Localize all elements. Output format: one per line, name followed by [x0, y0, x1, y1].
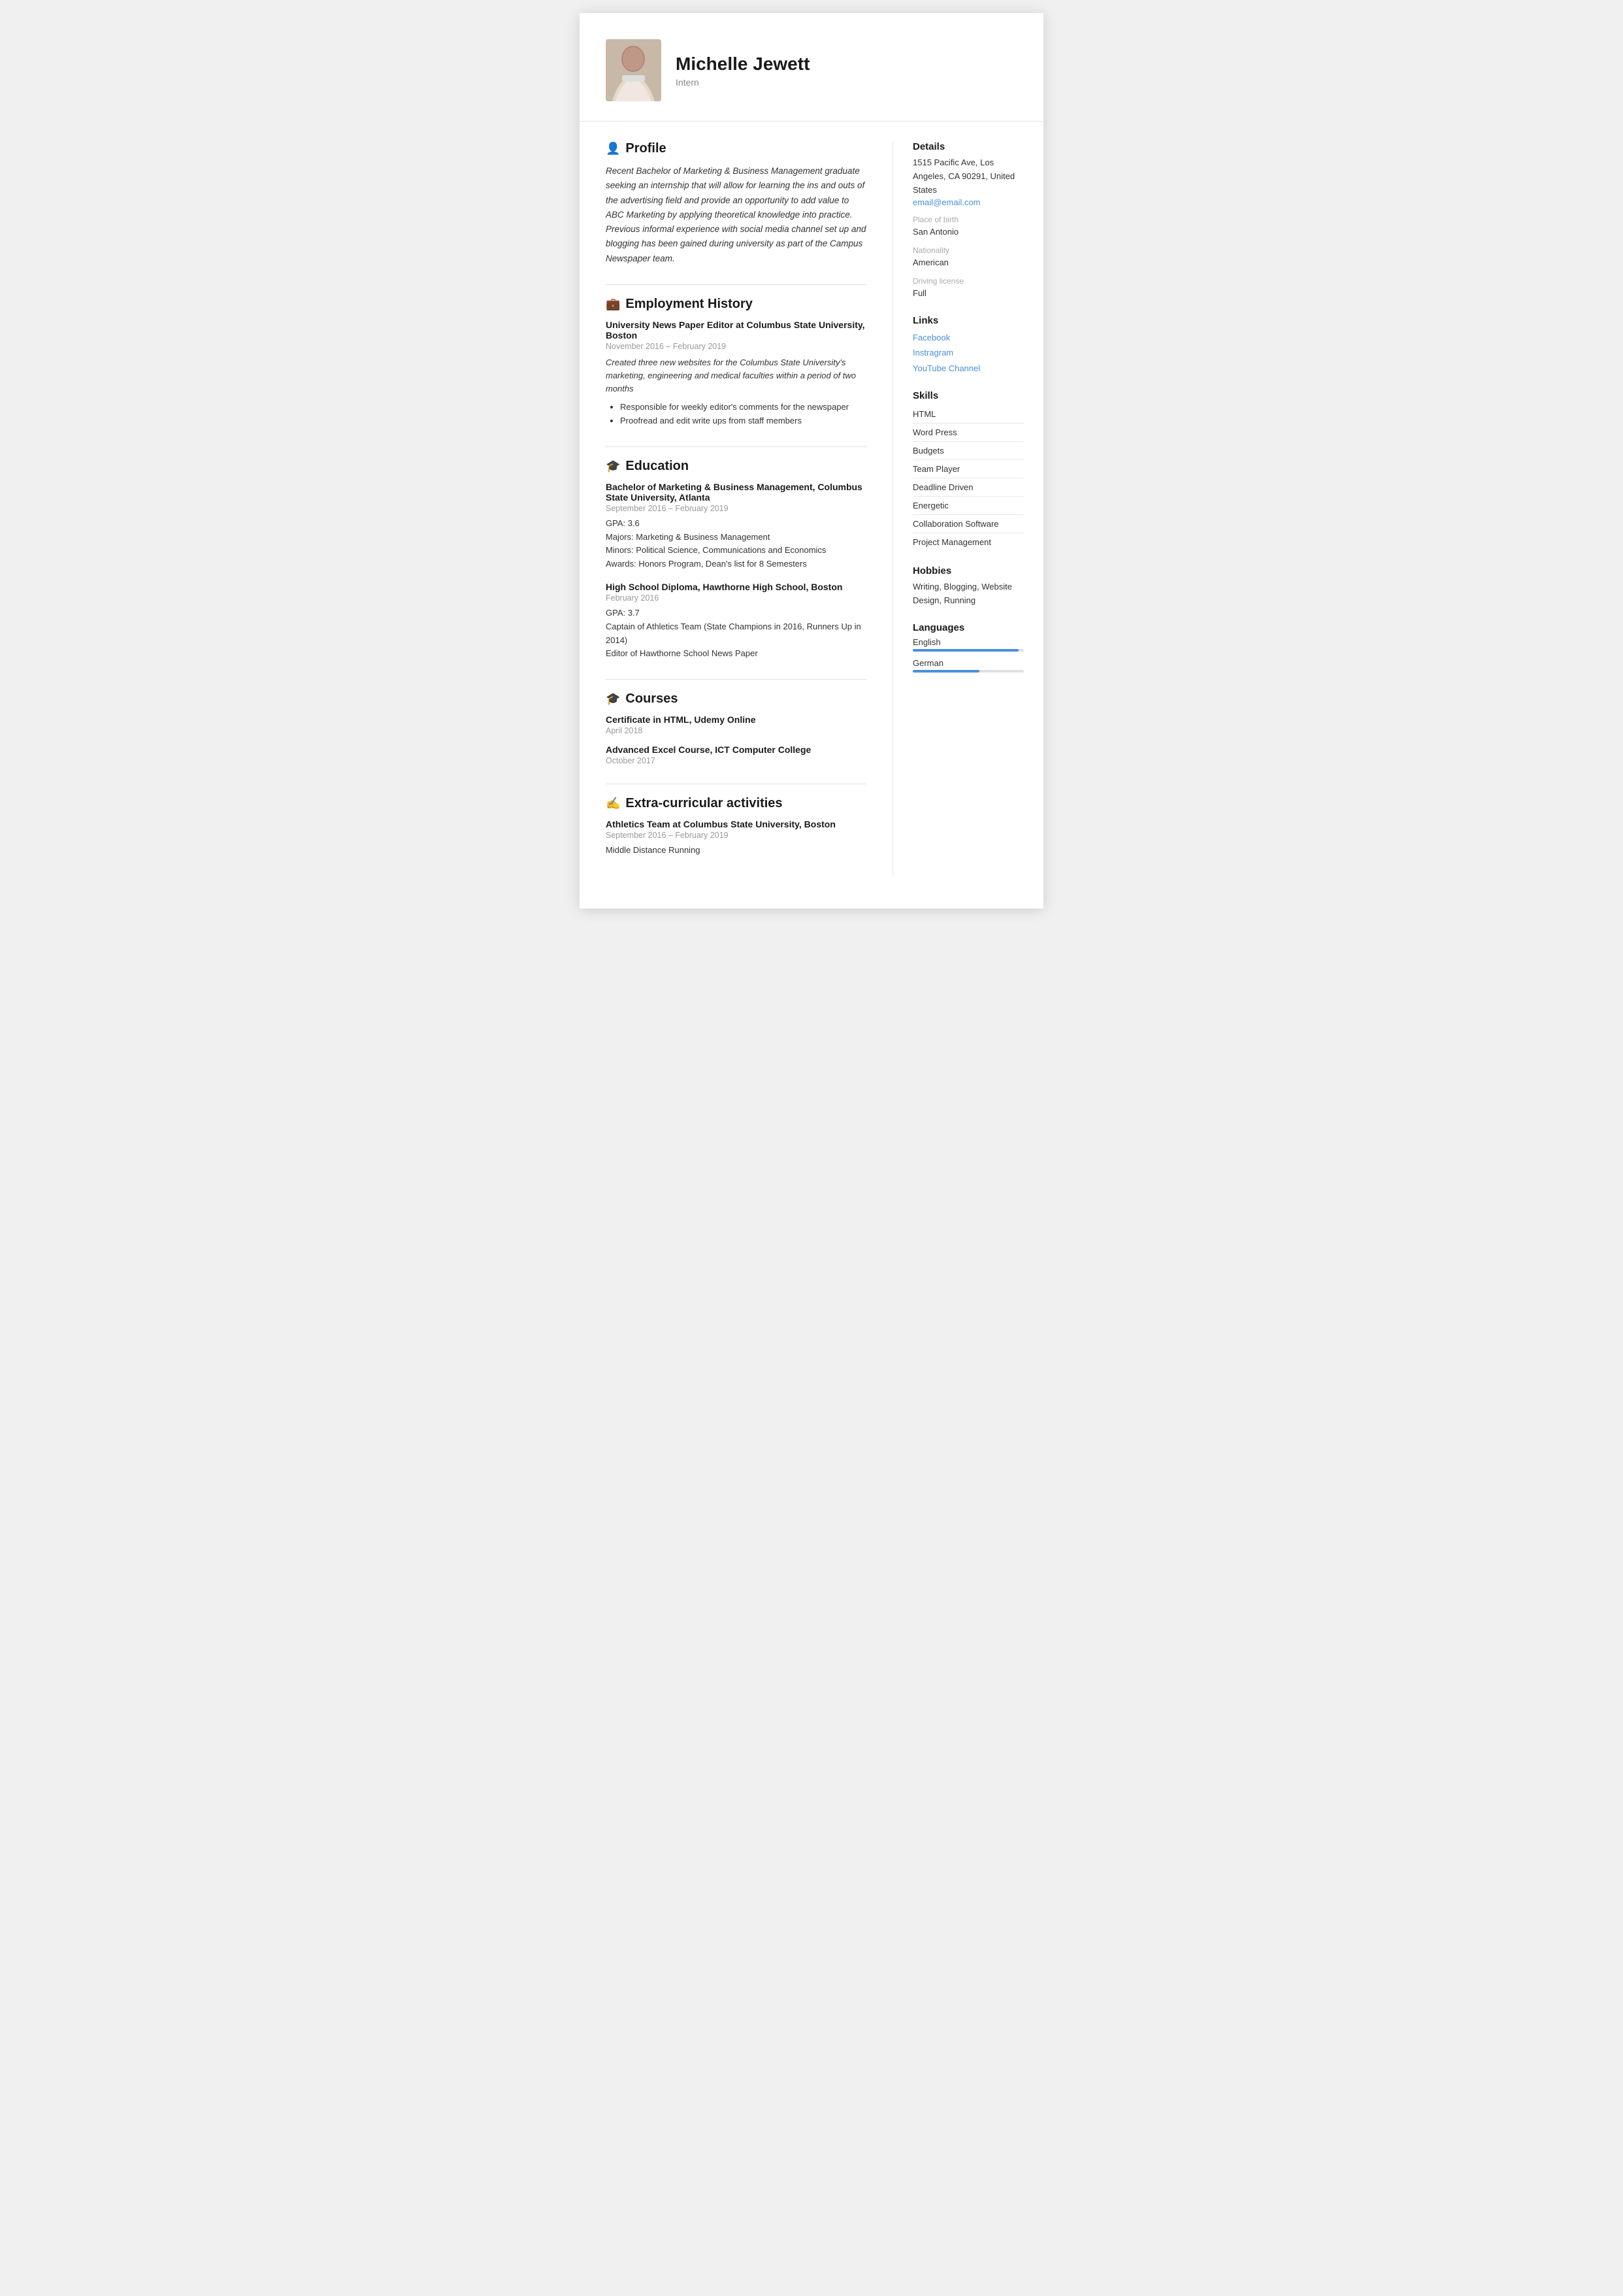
skills-section: Skills HTML Word Press Budgets Team Play…: [913, 390, 1024, 551]
extra-title-1: Athletics Team at Columbus State Univers…: [606, 819, 866, 829]
link-youtube[interactable]: YouTube Channel: [913, 361, 1024, 376]
language-english-bar-fill: [913, 649, 1019, 652]
edu-detail-2-1: Captain of Athletics Team (State Champio…: [606, 620, 866, 648]
language-german-name: German: [913, 658, 1024, 668]
header-info: Michelle Jewett Intern: [676, 54, 810, 88]
details-title: Details: [913, 141, 1024, 152]
course-dates-1: April 2018: [606, 726, 866, 735]
skill-2: Budgets: [913, 442, 1024, 460]
extra-dates-1: September 2016 – February 2019: [606, 831, 866, 840]
education-section: 🎓 Education Bachelor of Marketing & Busi…: [606, 459, 866, 661]
candidate-name: Michelle Jewett: [676, 54, 810, 75]
edu-detail-1-1: Majors: Marketing & Business Management: [606, 531, 866, 544]
job-desc: Created three new websites for the Colum…: [606, 356, 866, 395]
avatar: [606, 39, 661, 101]
profile-section-title: 👤 Profile: [606, 141, 866, 156]
language-german-bar-fill: [913, 670, 979, 673]
job-item: University News Paper Editor at Columbus…: [606, 320, 866, 428]
hobbies-text: Writing, Blogging, Website Design, Runni…: [913, 580, 1024, 608]
extra-item-1: Athletics Team at Columbus State Univers…: [606, 819, 866, 857]
edu-dates-1: September 2016 – February 2019: [606, 504, 866, 513]
course-title-1: Certificate in HTML, Udemy Online: [606, 714, 866, 725]
education-icon: 🎓: [606, 459, 620, 473]
profile-text: Recent Bachelor of Marketing & Business …: [606, 164, 866, 266]
details-email[interactable]: email@email.com: [913, 197, 981, 207]
skill-7: Project Management: [913, 533, 1024, 551]
languages-title: Languages: [913, 622, 1024, 633]
courses-icon: 🎓: [606, 692, 620, 706]
edu-detail-1-0: GPA: 3.6: [606, 517, 866, 531]
course-title-2: Advanced Excel Course, ICT Computer Coll…: [606, 744, 866, 755]
details-section: Details 1515 Pacific Ave, Los Angeles, C…: [913, 141, 1024, 301]
language-german: German: [913, 658, 1024, 673]
edu-detail-1-3: Awards: Honors Program, Dean's list for …: [606, 557, 866, 571]
skill-0: HTML: [913, 405, 1024, 424]
course-dates-2: October 2017: [606, 756, 866, 765]
profile-icon: 👤: [606, 142, 620, 156]
details-license: Full: [913, 287, 1024, 301]
details-nationality-label: Nationality: [913, 246, 1024, 255]
language-english: English: [913, 637, 1024, 652]
extracurricular-icon: ✍: [606, 797, 620, 810]
skill-3: Team Player: [913, 460, 1024, 478]
job-bullets: Responsible for weekly editor's comments…: [606, 401, 866, 428]
skill-5: Energetic: [913, 497, 1024, 515]
candidate-subtitle: Intern: [676, 77, 810, 88]
profile-section: 👤 Profile Recent Bachelor of Marketing &…: [606, 141, 866, 266]
courses-section: 🎓 Courses Certificate in HTML, Udemy Onl…: [606, 691, 866, 765]
education-section-title: 🎓 Education: [606, 459, 866, 474]
link-instagram[interactable]: Instragram: [913, 345, 1024, 360]
language-english-name: English: [913, 637, 1024, 647]
job-title: University News Paper Editor at Columbus…: [606, 320, 866, 341]
details-pob: San Antonio: [913, 225, 1024, 239]
extra-detail-1: Middle Distance Running: [606, 844, 866, 857]
hobbies-title: Hobbies: [913, 565, 1024, 576]
job-dates: November 2016 – February 2019: [606, 342, 866, 351]
extracurricular-section: ✍ Extra-curricular activities Athletics …: [606, 796, 866, 857]
courses-section-title: 🎓 Courses: [606, 691, 866, 707]
employment-section: 💼 Employment History University News Pap…: [606, 297, 866, 428]
edu-dates-2: February 2016: [606, 593, 866, 603]
job-bullet-1: Responsible for weekly editor's comments…: [620, 401, 866, 414]
edu-item-2: High School Diploma, Hawthorne High Scho…: [606, 582, 866, 661]
right-column: Details 1515 Pacific Ave, Los Angeles, C…: [893, 141, 1043, 876]
details-pob-label: Place of birth: [913, 215, 1024, 224]
divider-3: [606, 679, 866, 680]
main-content: 👤 Profile Recent Bachelor of Marketing &…: [580, 141, 1043, 876]
hobbies-section: Hobbies Writing, Blogging, Website Desig…: [913, 565, 1024, 608]
edu-title-1: Bachelor of Marketing & Business Managem…: [606, 482, 866, 503]
edu-item-1: Bachelor of Marketing & Business Managem…: [606, 482, 866, 571]
links-title: Links: [913, 315, 1024, 326]
course-item-1: Certificate in HTML, Udemy Online April …: [606, 714, 866, 735]
job-bullet-2: Proofread and edit write ups from staff …: [620, 414, 866, 428]
edu-detail-2-2: Editor of Hawthorne School News Paper: [606, 647, 866, 661]
skill-4: Deadline Driven: [913, 478, 1024, 497]
edu-detail-1-2: Minors: Political Science, Communication…: [606, 544, 866, 557]
details-license-label: Driving license: [913, 276, 1024, 286]
language-german-bar-bg: [913, 670, 1024, 673]
header: Michelle Jewett Intern: [580, 39, 1043, 122]
language-english-bar-bg: [913, 649, 1024, 652]
edu-title-2: High School Diploma, Hawthorne High Scho…: [606, 582, 866, 592]
edu-detail-2-0: GPA: 3.7: [606, 607, 866, 620]
course-item-2: Advanced Excel Course, ICT Computer Coll…: [606, 744, 866, 765]
employment-section-title: 💼 Employment History: [606, 297, 866, 312]
left-column: 👤 Profile Recent Bachelor of Marketing &…: [580, 141, 893, 876]
resume-page: Michelle Jewett Intern 👤 Profile Recent …: [580, 13, 1043, 908]
skills-title: Skills: [913, 390, 1024, 401]
skill-1: Word Press: [913, 424, 1024, 442]
skill-6: Collaboration Software: [913, 515, 1024, 533]
links-section: Links Facebook Instragram YouTube Channe…: [913, 315, 1024, 376]
divider-1: [606, 284, 866, 285]
details-nationality: American: [913, 256, 1024, 270]
employment-icon: 💼: [606, 297, 620, 311]
link-facebook[interactable]: Facebook: [913, 330, 1024, 345]
languages-section: Languages English German: [913, 622, 1024, 673]
extracurricular-section-title: ✍ Extra-curricular activities: [606, 796, 866, 811]
details-address: 1515 Pacific Ave, Los Angeles, CA 90291,…: [913, 156, 1024, 197]
divider-2: [606, 446, 866, 447]
